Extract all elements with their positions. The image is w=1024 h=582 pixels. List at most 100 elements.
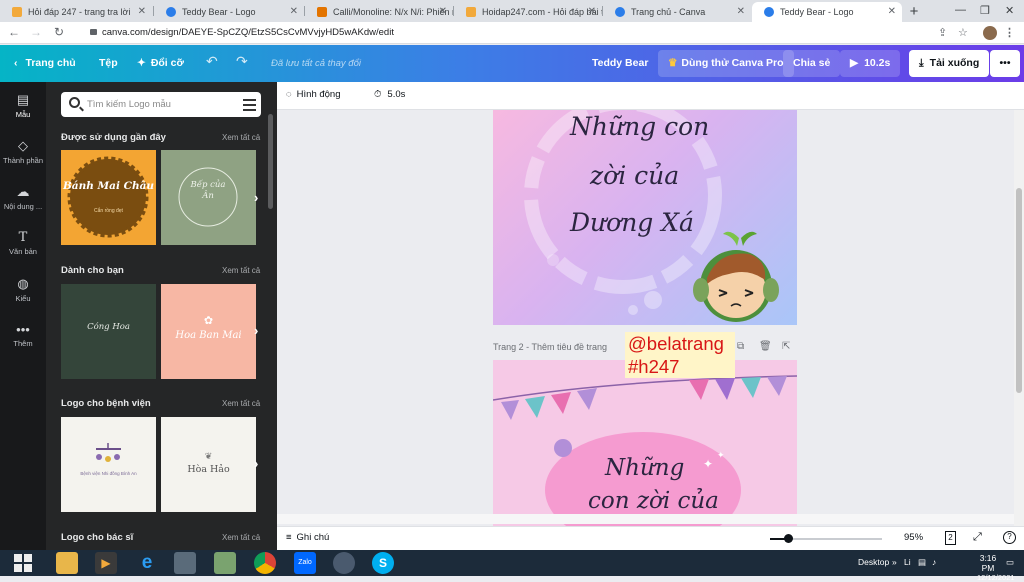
duration-button[interactable]: ⏱ 5.0s [374, 89, 405, 100]
panel-scrollbar[interactable] [268, 114, 273, 209]
back-icon[interactable]: ← [8, 25, 20, 39]
browser-menu-icon[interactable]: ⋮ [1004, 26, 1015, 39]
undo-icon[interactable]: ↶ [206, 52, 218, 71]
redo-icon[interactable]: ↷ [236, 52, 248, 71]
chrome-active-icon[interactable] [333, 552, 355, 574]
design-page-2[interactable]: ✦ ✦ Những con zời của [493, 360, 797, 526]
app-icon[interactable] [174, 552, 196, 574]
search-input[interactable] [87, 96, 237, 113]
template-thumbnail[interactable]: Bệnh viện Nhi đồng Bình An [61, 417, 156, 512]
rail-item-styles[interactable]: ◍ Kiểu [0, 276, 46, 303]
duplicate-page-icon[interactable]: ⧉ [737, 341, 744, 352]
browser-tab[interactable]: Trang chủ - Canva ✕ [603, 2, 751, 22]
profile-avatar[interactable] [983, 26, 997, 40]
help-icon[interactable]: ? [1003, 531, 1016, 544]
bookmark-star-icon[interactable]: ☆ [958, 26, 968, 39]
see-all-link[interactable]: Xem tất cả [222, 533, 260, 542]
template-thumbnail[interactable]: Cóng Hoa [61, 284, 156, 379]
browser-tab[interactable]: Calli/Monoline: N/x N/i: Phiên n ✕ [305, 2, 453, 22]
rail-item-text[interactable]: T Văn bản [0, 230, 46, 256]
template-thumbnail[interactable]: Bánh Mai Châu Cắn rồng đẹt [61, 150, 156, 245]
see-all-link[interactable]: Xem tất cả [222, 133, 260, 142]
page-2-title[interactable]: Trang 2 - Thêm tiêu đề trang [493, 342, 607, 352]
template-thumbnail[interactable]: ✿ Hoa Ban Mai [161, 284, 256, 379]
close-tab-icon[interactable]: ✕ [888, 2, 896, 22]
chevron-right-icon[interactable]: › [254, 323, 258, 338]
rail-item-elements[interactable]: ◇ Thành phần [0, 138, 46, 165]
desktop-label[interactable]: Desktop [858, 557, 889, 567]
home-button[interactable]: ‹ Trang chủ [14, 54, 76, 73]
rail-item-more[interactable]: ••• Thêm [0, 322, 46, 348]
browser-tab[interactable]: Hoidap247.com - Hỏi đáp bài tậ ✕ [454, 2, 602, 22]
close-tab-icon[interactable]: ✕ [588, 2, 596, 22]
add-page-icon[interactable]: ⇱ [782, 341, 790, 352]
start-icon[interactable] [12, 552, 34, 574]
network-icon[interactable]: ▤ [918, 557, 926, 568]
close-tab-icon[interactable]: ✕ [737, 2, 745, 22]
media-player-icon[interactable]: ▶ [95, 552, 117, 574]
download-button[interactable]: ⤓ Tải xuống [909, 50, 990, 77]
notes-button[interactable]: ≡ Ghi chú [286, 532, 329, 543]
close-tab-icon[interactable]: ✕ [138, 2, 146, 22]
editor-bottom-bar: ≡ Ghi chú 95% 2 ⤢ ? [277, 526, 1024, 550]
fullscreen-icon[interactable]: ⤢ [973, 531, 982, 544]
paint-icon[interactable] [214, 552, 236, 574]
play-button[interactable]: ▶ 10.2s [840, 50, 901, 77]
chevron-right-icon[interactable]: › [254, 456, 258, 471]
upload-icon: ☁ [16, 184, 30, 199]
template-thumbnail[interactable]: Bếp của Ân [161, 150, 256, 245]
chrome-icon[interactable] [254, 552, 276, 574]
delete-page-icon[interactable]: 🗑 [759, 341, 772, 352]
template-thumbnail[interactable]: ❦ Hòa Hảo [161, 417, 256, 512]
heading-line[interactable]: con zời của [588, 488, 719, 514]
design-page-1[interactable]: Những con zời của Dương Xá [493, 110, 797, 325]
canvas-scrollbar[interactable] [1014, 110, 1024, 526]
design-title[interactable]: Teddy Bear [592, 54, 648, 73]
clock[interactable]: 3:16 PM 12/12/2021 [977, 553, 1015, 582]
minimize-icon[interactable]: — [955, 4, 966, 16]
heading-line[interactable]: Những con [570, 112, 709, 141]
heading-line[interactable]: Dương Xá [570, 208, 694, 237]
try-pro-button[interactable]: ♛ Dùng thử Canva Pro [658, 50, 794, 77]
horizontal-scrollbar[interactable] [277, 514, 1014, 524]
close-tab-icon[interactable]: ✕ [290, 2, 298, 22]
browser-tab[interactable]: Teddy Bear - Logo ✕ [154, 2, 304, 22]
resize-button[interactable]: ✦ Đổi cỡ [137, 54, 184, 73]
volume-icon[interactable]: ♪ [932, 557, 936, 567]
see-all-link[interactable]: Xem tất cả [222, 399, 260, 408]
browser-tab-active[interactable]: Teddy Bear - Logo ✕ [752, 2, 902, 22]
rail-item-uploads[interactable]: ☁ Nội dung ... [0, 184, 46, 211]
section-title: Logo cho bác sĩ [61, 532, 134, 543]
maximize-icon[interactable]: ❐ [980, 4, 990, 17]
page-count-button[interactable]: 2 [945, 531, 956, 545]
see-all-link[interactable]: Xem tất cả [222, 266, 260, 275]
reload-icon[interactable]: ↻ [54, 25, 64, 39]
file-explorer-icon[interactable] [56, 552, 78, 574]
animate-button[interactable]: ◌ Hình động [286, 89, 341, 100]
share-button[interactable]: Chia sẻ [783, 50, 841, 77]
heading-line[interactable]: Những [605, 455, 684, 481]
notification-icon[interactable]: ▭ [1006, 557, 1014, 568]
zoom-slider-thumb[interactable] [784, 534, 793, 543]
zoom-level[interactable]: 95% [904, 532, 923, 543]
filter-icon[interactable] [243, 98, 256, 111]
chevron-right-icon[interactable]: › [254, 190, 258, 205]
zalo-icon[interactable]: Zalo [294, 552, 316, 574]
share-page-icon[interactable]: ⇪ [938, 26, 947, 39]
close-window-icon[interactable]: ✕ [1005, 4, 1014, 17]
heading-line[interactable]: zời của [590, 161, 679, 190]
skype-icon[interactable]: S [372, 552, 394, 574]
more-options-button[interactable]: ••• [990, 50, 1020, 77]
close-tab-icon[interactable]: ✕ [439, 2, 447, 22]
new-tab-button[interactable]: + [905, 3, 923, 21]
file-menu-button[interactable]: Tệp [99, 54, 118, 73]
browser-tab[interactable]: Hỏi đáp 247 - trang tra lời ✕ [0, 2, 152, 22]
keyboard-lang[interactable]: Li [904, 557, 911, 567]
cartoon-face-sticker[interactable] [689, 228, 784, 325]
url-field[interactable]: canva.com/design/DAEYE-SpCZQ/EtzS5CsCvMV… [78, 24, 923, 42]
scroll-thumb[interactable] [1016, 188, 1022, 393]
rail-item-templates[interactable]: ▤ Mẫu [0, 92, 46, 119]
forward-icon[interactable]: → [30, 25, 42, 39]
tray-chevron-icon[interactable]: » [892, 557, 897, 567]
edge-icon[interactable]: e [136, 552, 158, 574]
